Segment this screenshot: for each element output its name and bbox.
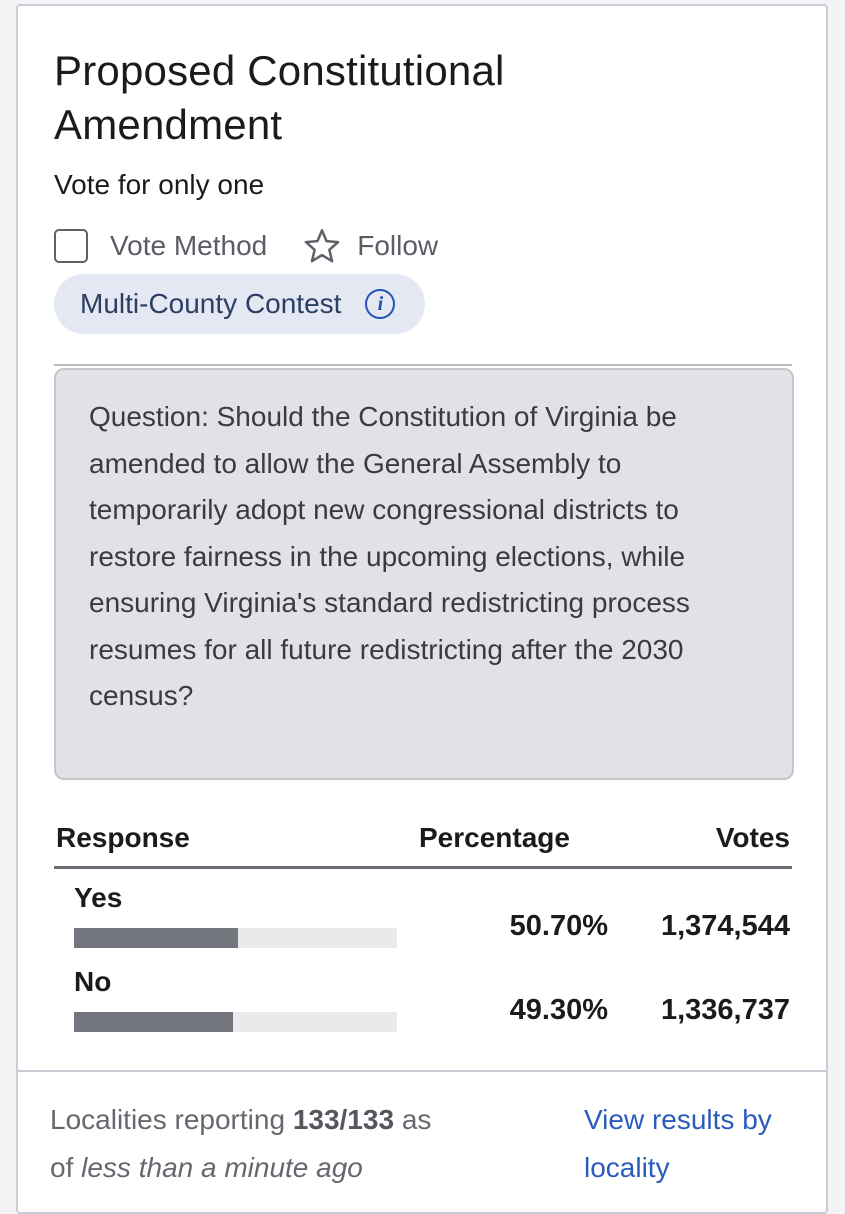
divider bbox=[54, 364, 792, 366]
header-rule bbox=[54, 866, 792, 869]
header-response: Response bbox=[56, 822, 190, 853]
header-votes: Votes bbox=[715, 822, 790, 853]
reporting-time: less than a minute ago bbox=[81, 1152, 363, 1183]
result-bar-track bbox=[74, 928, 397, 948]
result-bar-track bbox=[74, 1012, 397, 1032]
contest-title: Proposed Constitutional Amendment bbox=[54, 47, 505, 148]
response-votes: 1,374,544 bbox=[660, 910, 790, 942]
header-percentage: Percentage bbox=[419, 822, 570, 853]
results-table-header: Response Percentage Votes bbox=[54, 822, 792, 862]
response-label: No bbox=[74, 966, 112, 997]
contest-actions: Vote Method Follow bbox=[54, 228, 438, 264]
vote-method-checkbox[interactable] bbox=[54, 229, 88, 263]
question-box: Question: Should the Constitution of Vir… bbox=[54, 368, 794, 780]
reporting-status: Localities reporting 133/133 as of less … bbox=[50, 1096, 530, 1192]
reporting-count: 133/133 bbox=[292, 1104, 395, 1135]
result-row-no: No 49.30% 1,336,737 bbox=[54, 966, 792, 1046]
view-results-by-locality-link[interactable]: View results by locality bbox=[584, 1096, 794, 1192]
question-text: Question: Should the Constitution of Vir… bbox=[89, 401, 690, 711]
vote-method-label[interactable]: Vote Method bbox=[110, 230, 267, 262]
reporting-prefix: Localities reporting bbox=[50, 1104, 286, 1135]
reporting-of: of bbox=[50, 1152, 74, 1183]
reporting-as: as bbox=[401, 1104, 432, 1135]
vote-instruction: Vote for only one bbox=[54, 169, 265, 200]
info-icon[interactable]: i bbox=[365, 289, 396, 319]
footer-divider bbox=[18, 1070, 826, 1072]
result-bar-fill bbox=[74, 1012, 234, 1032]
response-votes: 1,336,737 bbox=[660, 994, 790, 1026]
response-percentage: 49.30% bbox=[509, 994, 608, 1026]
multi-county-tag: Multi-County Contest i bbox=[54, 274, 426, 334]
follow-button[interactable]: Follow bbox=[357, 230, 438, 262]
response-label: Yes bbox=[74, 882, 123, 913]
star-icon[interactable] bbox=[303, 228, 341, 264]
result-row-yes: Yes 50.70% 1,374,544 bbox=[54, 882, 792, 962]
tag-label: Multi-County Contest bbox=[80, 288, 342, 319]
result-bar-fill bbox=[74, 928, 238, 948]
contest-card: Proposed Constitutional Amendment Vote f… bbox=[16, 4, 828, 1214]
response-percentage: 50.70% bbox=[509, 910, 608, 942]
